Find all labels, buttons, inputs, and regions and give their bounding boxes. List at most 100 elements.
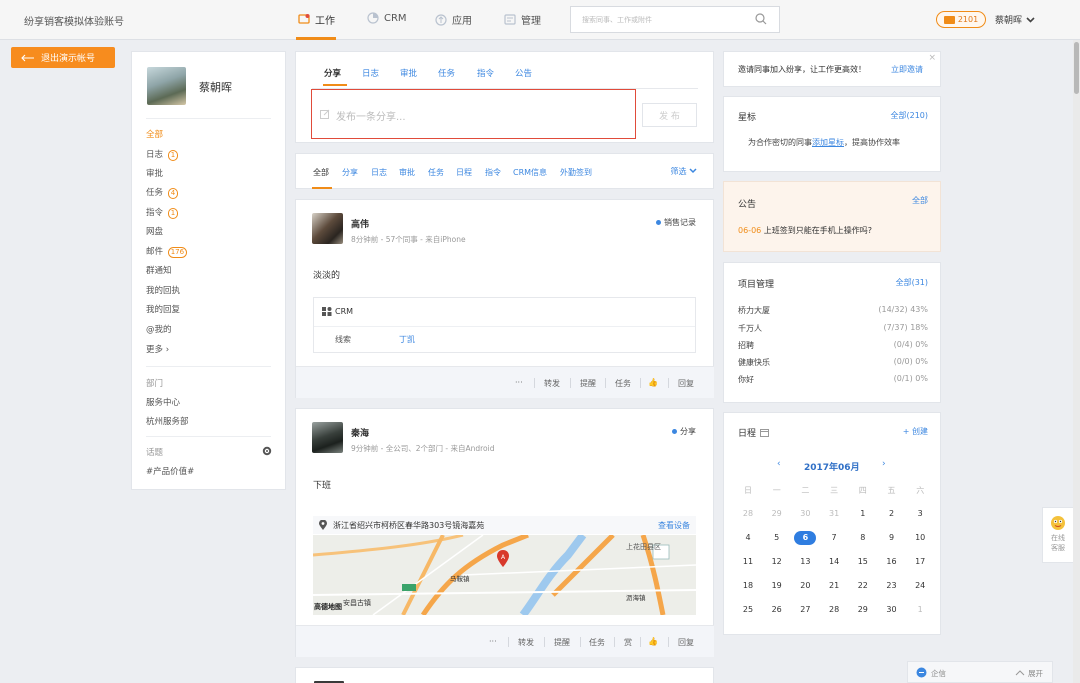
calendar-day[interactable]: 20 <box>791 581 819 590</box>
tab-announcement[interactable]: 公告 <box>515 67 532 79</box>
like-icon[interactable]: 👍 <box>648 378 658 387</box>
calendar-day[interactable]: 28 <box>734 509 762 518</box>
menu-item-task[interactable]: 任务 4 <box>146 186 179 199</box>
menu-item-my-receipts[interactable]: 我的回执 <box>146 284 180 296</box>
filter-tab-crm[interactable]: CRM信息 <box>513 167 547 178</box>
add-star-link[interactable]: 添加星标 <box>812 138 844 147</box>
calendar-day[interactable]: 15 <box>849 557 877 566</box>
tab-log[interactable]: 日志 <box>362 67 379 79</box>
qiye-chat-bar[interactable]: 企信 展开 <box>907 661 1053 683</box>
avatar[interactable] <box>147 67 186 105</box>
calendar-day[interactable]: 21 <box>820 581 848 590</box>
calendar-day[interactable]: 1 <box>849 509 877 518</box>
menu-item-at-me[interactable]: @我的 <box>146 323 172 335</box>
calendar-day[interactable]: 27 <box>791 605 819 614</box>
next-month-button[interactable]: › <box>882 459 886 469</box>
calendar-day[interactable]: 4 <box>734 533 762 542</box>
project-all-link[interactable]: 全部(31) <box>896 277 928 288</box>
menu-item-more[interactable]: 更多 › <box>146 343 169 355</box>
nav-tab-apps[interactable]: 应用 <box>435 12 472 27</box>
avatar[interactable] <box>312 213 343 244</box>
filter-dropdown[interactable]: 筛选 <box>670 166 697 177</box>
filter-tab-field-checkin[interactable]: 外勤签到 <box>560 167 592 178</box>
feed-author[interactable]: 高伟 <box>351 217 369 230</box>
tab-instruction[interactable]: 指令 <box>477 67 494 79</box>
tab-approval[interactable]: 审批 <box>400 67 417 79</box>
gear-icon[interactable] <box>262 446 272 456</box>
calendar-day[interactable]: 5 <box>763 533 791 542</box>
nav-tab-work[interactable]: 工作 <box>298 12 335 27</box>
online-service-widget[interactable]: 在线 客服 <box>1042 507 1074 563</box>
calendar-day[interactable]: 2 <box>878 509 906 518</box>
menu-item-netdisk[interactable]: 网盘 <box>146 225 163 237</box>
calendar-day[interactable]: 10 <box>906 533 934 542</box>
calendar-day[interactable]: 29 <box>849 605 877 614</box>
star-all-link[interactable]: 全部(210) <box>890 110 928 121</box>
calendar-day[interactable]: 7 <box>820 533 848 542</box>
calendar-create-button[interactable]: + 创建 <box>903 426 928 437</box>
avatar[interactable] <box>312 422 343 453</box>
dept-item[interactable]: 杭州服务部 <box>146 415 189 427</box>
scrollbar-thumb[interactable] <box>1074 42 1079 94</box>
task-button[interactable]: 任务 <box>589 637 605 648</box>
location-map[interactable]: A 马鞍镇 上花田县区 沥海镇 安昌古镇 高德地图 <box>313 535 696 615</box>
notice-all-link[interactable]: 全部 <box>912 195 928 206</box>
filter-tab-share[interactable]: 分享 <box>342 167 358 178</box>
calendar-day[interactable]: 23 <box>878 581 906 590</box>
nav-tab-crm[interactable]: CRM <box>367 12 407 24</box>
publish-button[interactable]: 发 布 <box>642 103 697 127</box>
remind-button[interactable]: 提醒 <box>554 637 570 648</box>
filter-tab-log[interactable]: 日志 <box>371 167 387 178</box>
calendar-day[interactable]: 22 <box>849 581 877 590</box>
topic-item[interactable]: #产品价值# <box>146 465 194 477</box>
menu-item-log[interactable]: 日志 1 <box>146 148 179 161</box>
calendar-day[interactable]: 30 <box>878 605 906 614</box>
dept-item[interactable]: 服务中心 <box>146 396 180 408</box>
crm-field-value[interactable]: 丁凯 <box>399 334 415 345</box>
calendar-day[interactable]: 8 <box>849 533 877 542</box>
search-icon[interactable] <box>755 13 767 25</box>
menu-item-my-replies[interactable]: 我的回复 <box>146 303 180 315</box>
forward-button[interactable]: 转发 <box>518 637 534 648</box>
search-input[interactable]: 搜索同事、工作或附件 <box>582 15 652 25</box>
reply-button[interactable]: 回复 <box>678 378 694 389</box>
notice-item[interactable]: 06-06 上班签到只能在手机上操作吗? <box>738 225 872 236</box>
menu-item-instruction[interactable]: 指令 1 <box>146 206 179 219</box>
menu-item-all[interactable]: 全部 <box>146 128 163 140</box>
calendar-day[interactable]: 24 <box>906 581 934 590</box>
filter-tab-all[interactable]: 全部 <box>313 167 329 178</box>
filter-tab-task[interactable]: 任务 <box>428 167 444 178</box>
like-icon[interactable]: 👍 <box>648 637 658 646</box>
filter-tab-instruction[interactable]: 指令 <box>485 167 501 178</box>
user-menu[interactable]: 蔡朝晖 <box>995 13 1035 26</box>
task-button[interactable]: 任务 <box>615 378 631 389</box>
exit-demo-button[interactable]: 退出演示帐号 <box>11 47 115 68</box>
filter-tab-schedule[interactable]: 日程 <box>456 167 472 178</box>
remind-button[interactable]: 提醒 <box>580 378 596 389</box>
calendar-day[interactable]: 18 <box>734 581 762 590</box>
mail-badge[interactable]: 2101 <box>936 11 986 28</box>
invite-link[interactable]: 立即邀请 <box>891 64 923 75</box>
project-row[interactable]: 你好 (0/1) 0% <box>738 374 928 385</box>
menu-item-mail[interactable]: 邮件 176 <box>146 245 188 258</box>
close-icon[interactable]: × <box>928 53 936 63</box>
reply-button[interactable]: 回复 <box>678 637 694 648</box>
calendar-day[interactable]: 1 <box>906 605 934 614</box>
menu-item-group-notice[interactable]: 群通知 <box>146 264 172 276</box>
project-row[interactable]: 招聘 (0/4) 0% <box>738 340 928 351</box>
tab-share[interactable]: 分享 <box>324 67 341 79</box>
calendar-day[interactable]: 14 <box>820 557 848 566</box>
calendar-day[interactable]: 3 <box>906 509 934 518</box>
more-button[interactable]: ··· <box>489 637 497 646</box>
calendar-day[interactable]: 17 <box>906 557 934 566</box>
project-row[interactable]: 千万人 (7/37) 18% <box>738 323 928 334</box>
calendar-day[interactable]: 26 <box>763 605 791 614</box>
view-device-link[interactable]: 查看设备 <box>658 520 690 531</box>
calendar-day[interactable]: 25 <box>734 605 762 614</box>
filter-tab-approval[interactable]: 审批 <box>399 167 415 178</box>
calendar-day[interactable]: 28 <box>820 605 848 614</box>
calendar-day[interactable]: 29 <box>763 509 791 518</box>
project-row[interactable]: 健康快乐 (0/0) 0% <box>738 357 928 368</box>
page-scrollbar[interactable] <box>1073 40 1080 683</box>
calendar-day[interactable]: 16 <box>878 557 906 566</box>
